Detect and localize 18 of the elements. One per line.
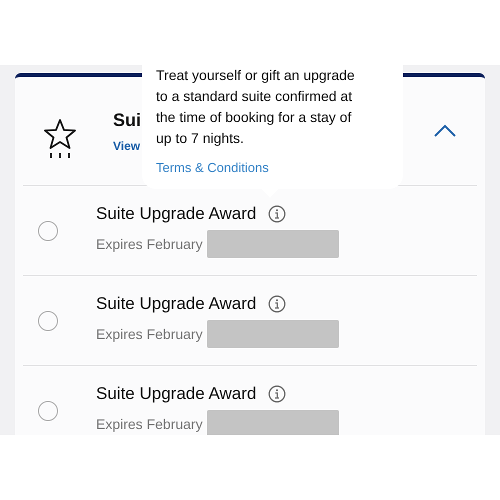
award-name: Suite Upgrade Award [96,384,256,404]
info-icon[interactable] [268,384,286,402]
info-icon[interactable] [268,204,286,222]
info-icon[interactable] [268,294,286,312]
card-title: Sui [113,110,142,130]
star-icon [43,117,77,159]
tooltip-text: Treat yourself or gift an upgrade to a standard suite confirmed at the time of booking for a stay of up to 7 nights. [156,66,356,148]
view-link[interactable]: View [113,138,140,152]
chevron-icon[interactable] [433,124,457,138]
award-name: Suite Upgrade Award [96,294,256,314]
radio-button[interactable] [38,400,58,420]
expiry-text: Expires February [96,416,203,432]
terms-link[interactable]: Terms & Conditions [156,160,269,175]
radio-button[interactable] [38,220,58,240]
expiry-text: Expires February [96,326,203,342]
radio-button[interactable] [38,310,58,330]
expiry-text: Expires February [96,236,203,252]
award-name: Suite Upgrade Award [96,204,256,224]
